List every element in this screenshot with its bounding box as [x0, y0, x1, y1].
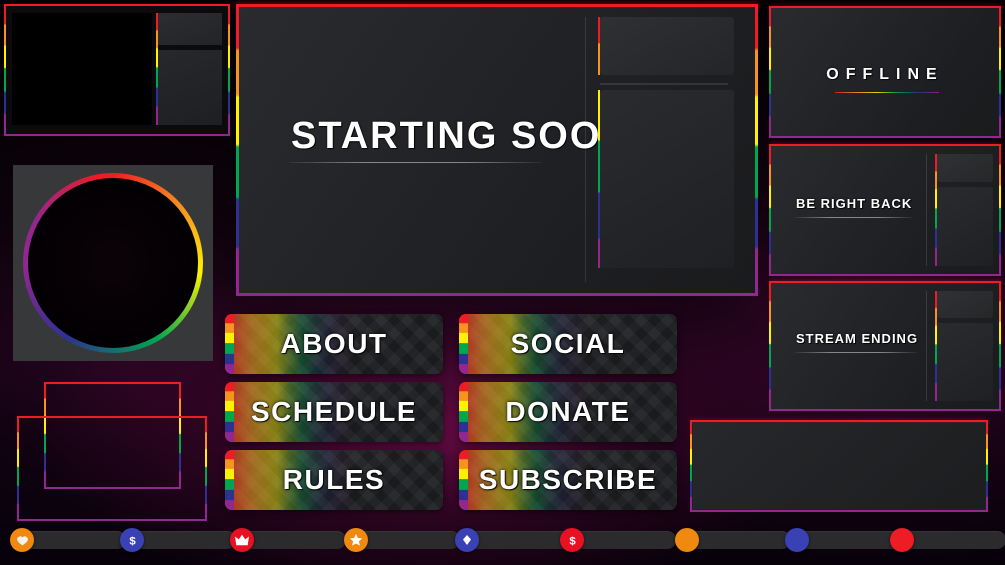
- stream-ending-underline: [795, 352, 917, 353]
- alert-bar-chip: [466, 531, 571, 549]
- webcam-feed-area: [12, 13, 152, 125]
- alert-bar-chip: [21, 531, 126, 549]
- circle-icon[interactable]: [675, 528, 699, 552]
- about-button-label: ABOUT: [280, 328, 388, 359]
- brb-divider: [926, 154, 927, 266]
- donate-button-label: DONATE: [505, 396, 631, 427]
- heart-icon[interactable]: [10, 528, 34, 552]
- circle-webcam-frame[interactable]: [13, 165, 213, 361]
- se-divider: [926, 291, 927, 401]
- donate-button[interactable]: DONATE: [459, 382, 677, 442]
- offline-panel[interactable]: OFFLINE: [769, 6, 1001, 138]
- stacked-outline-frames[interactable]: [0, 370, 230, 525]
- diamond-icon[interactable]: [455, 528, 479, 552]
- alert-bar-chip: [796, 531, 901, 549]
- lower-third-frame[interactable]: [690, 420, 988, 512]
- be-right-back-title: BE RIGHT BACK: [796, 196, 913, 211]
- overlay-stage: STARTING SOON OFFLINE BE RIGHT BACK STRE…: [0, 0, 1005, 565]
- outline-frame-front: [17, 416, 207, 521]
- dollar-icon[interactable]: $: [560, 528, 584, 552]
- rules-button-label: RULES: [282, 464, 386, 495]
- about-button[interactable]: ABOUT: [225, 314, 443, 374]
- brb-slot-top: [937, 154, 993, 182]
- se-slot-top: [937, 291, 993, 318]
- schedule-button[interactable]: SCHEDULE: [225, 382, 443, 442]
- webcam-side-slot-top: [158, 13, 222, 45]
- starting-soon-panel[interactable]: STARTING SOON: [236, 4, 758, 296]
- webcam-frame[interactable]: [4, 4, 230, 136]
- webcam-side-accent: [156, 13, 158, 125]
- circle-icon[interactable]: [785, 528, 809, 552]
- be-right-back-underline: [795, 217, 913, 218]
- brb-accent: [935, 154, 937, 266]
- alert-bar-chip: [901, 531, 1005, 549]
- offline-underline: [835, 92, 939, 93]
- crown-icon[interactable]: [230, 528, 254, 552]
- star-icon[interactable]: [344, 528, 368, 552]
- circle-webcam-feed: [28, 178, 198, 348]
- info-slot-accent-top: [598, 17, 600, 75]
- social-button-label: SOCIAL: [510, 328, 626, 359]
- se-accent: [935, 291, 937, 401]
- svg-text:$: $: [569, 535, 576, 547]
- alert-bar-chip: [355, 531, 460, 549]
- circle-icon[interactable]: [890, 528, 914, 552]
- rules-button[interactable]: RULES: [225, 450, 443, 510]
- svg-text:$: $: [129, 535, 136, 547]
- panel-divider: [585, 17, 586, 282]
- alert-bar: $ $: [0, 525, 1005, 565]
- info-slot-divider: [600, 83, 728, 85]
- circle-webcam-ring: [23, 173, 203, 353]
- info-slot-top: [600, 17, 734, 75]
- schedule-button-label: SCHEDULE: [250, 396, 417, 427]
- offline-title: OFFLINE: [826, 66, 944, 83]
- alert-bar-chip: [686, 531, 791, 549]
- alert-bar-chip: [241, 531, 346, 549]
- dollar-icon[interactable]: $: [120, 528, 144, 552]
- info-slot-accent-bottom: [598, 90, 600, 268]
- stream-ending-title: STREAM ENDING: [796, 331, 919, 346]
- starting-soon-title: STARTING SOON: [291, 115, 631, 157]
- be-right-back-panel[interactable]: BE RIGHT BACK: [769, 144, 1001, 276]
- se-slot-bottom: [937, 323, 993, 401]
- webcam-side-slot-bottom: [158, 50, 222, 125]
- alert-bar-chip: [571, 531, 676, 549]
- alert-bar-chip: [131, 531, 236, 549]
- stream-ending-panel[interactable]: STREAM ENDING: [769, 281, 1001, 411]
- info-slot-bottom: [600, 90, 734, 268]
- social-button[interactable]: SOCIAL: [459, 314, 677, 374]
- lower-third-content-area: [693, 423, 985, 509]
- brb-slot-bottom: [937, 187, 993, 266]
- subscribe-button[interactable]: SUBSCRIBE: [459, 450, 677, 510]
- subscribe-button-label: SUBSCRIBE: [478, 464, 658, 495]
- starting-soon-underline: [289, 162, 542, 163]
